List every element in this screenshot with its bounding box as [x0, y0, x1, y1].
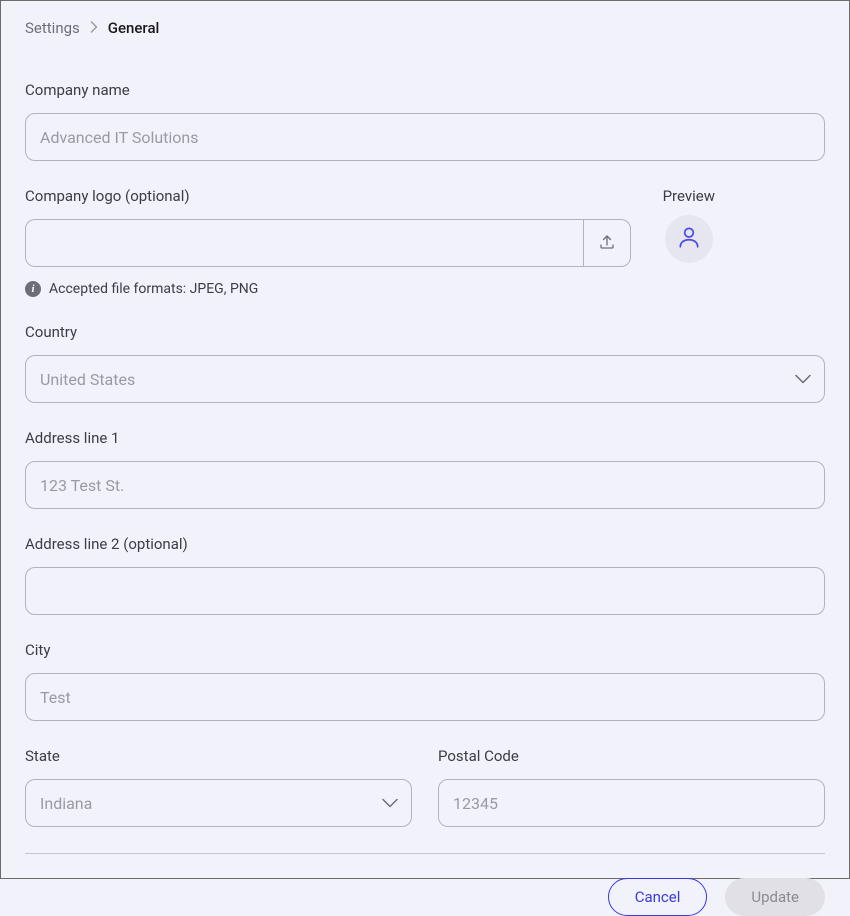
country-label: Country [25, 323, 825, 341]
divider [25, 853, 825, 854]
breadcrumb-parent[interactable]: Settings [25, 19, 80, 37]
logo-helper-text: Accepted file formats: JPEG, PNG [49, 281, 258, 297]
cancel-button[interactable]: Cancel [608, 878, 708, 916]
company-logo-input[interactable] [25, 219, 583, 267]
breadcrumb-current: General [108, 19, 160, 37]
person-icon [676, 224, 702, 254]
address2-input[interactable] [25, 567, 825, 615]
update-button[interactable]: Update [725, 878, 825, 916]
state-label: State [25, 747, 412, 765]
avatar [665, 215, 713, 263]
info-icon: i [25, 281, 41, 297]
company-name-input[interactable] [25, 113, 825, 161]
chevron-right-icon [90, 19, 98, 37]
state-select[interactable]: Indiana [25, 779, 412, 827]
upload-button[interactable] [583, 219, 631, 267]
upload-icon [598, 233, 616, 254]
postal-code-label: Postal Code [438, 747, 825, 765]
preview-label: Preview [663, 187, 715, 205]
city-label: City [25, 641, 825, 659]
country-select[interactable]: United States [25, 355, 825, 403]
breadcrumb: Settings General [25, 19, 825, 37]
company-logo-label: Company logo (optional) [25, 187, 631, 205]
postal-code-input[interactable] [438, 779, 825, 827]
address1-label: Address line 1 [25, 429, 825, 447]
address1-input[interactable] [25, 461, 825, 509]
city-input[interactable] [25, 673, 825, 721]
address2-label: Address line 2 (optional) [25, 535, 825, 553]
company-name-label: Company name [25, 81, 825, 99]
